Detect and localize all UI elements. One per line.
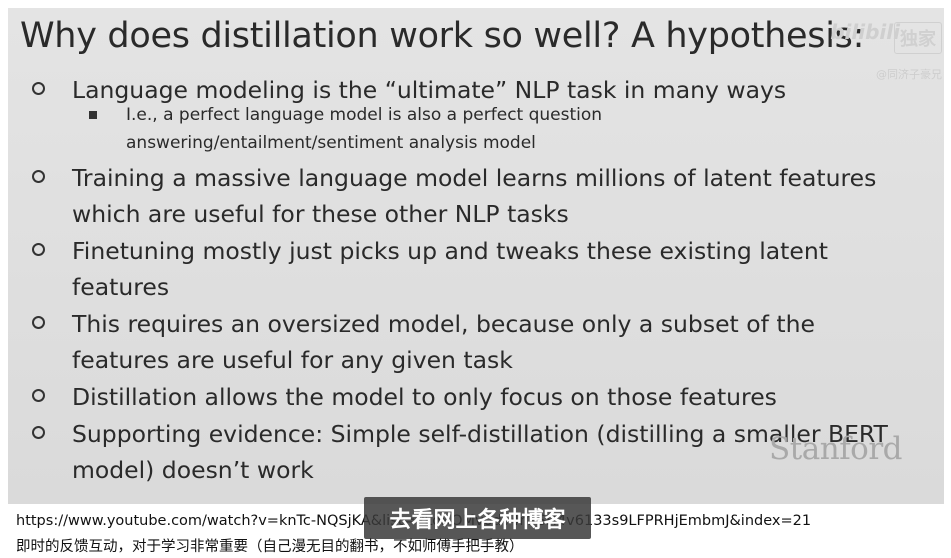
- video-subtitle: 去看网上各种博客: [364, 497, 591, 539]
- hollow-bullet-icon: [32, 316, 45, 329]
- hollow-bullet-icon: [32, 170, 45, 183]
- bullet-text: Finetuning mostly just picks up and twea…: [72, 237, 828, 301]
- uploader-handle: @同济子豪兄: [876, 68, 942, 81]
- square-bullet-icon: [89, 111, 97, 119]
- bilibili-watermark: bilibili: [830, 20, 900, 44]
- lecture-slide: Why does distillation work so well? A hy…: [8, 8, 944, 504]
- hollow-bullet-icon: [32, 82, 45, 95]
- stanford-logo: Stanford: [769, 431, 902, 467]
- footer-note: 即时的反馈互动，对于学习非常重要（自己漫无目的翻书，不如师傅手把手教）: [16, 539, 524, 555]
- slide-title: Why does distillation work so well? A hy…: [20, 16, 865, 56]
- bullet-text: This requires an oversized model, becaus…: [72, 310, 815, 374]
- sub-bullet-text: I.e., a perfect language model is also a…: [126, 105, 603, 153]
- exclusive-badge: 独家: [894, 22, 942, 54]
- hollow-bullet-icon: [32, 389, 45, 402]
- hollow-bullet-icon: [32, 426, 45, 439]
- hollow-bullet-icon: [32, 243, 45, 256]
- bullet-text: Training a massive language model learns…: [72, 164, 877, 228]
- bullet-text: Distillation allows the model to only fo…: [72, 383, 777, 411]
